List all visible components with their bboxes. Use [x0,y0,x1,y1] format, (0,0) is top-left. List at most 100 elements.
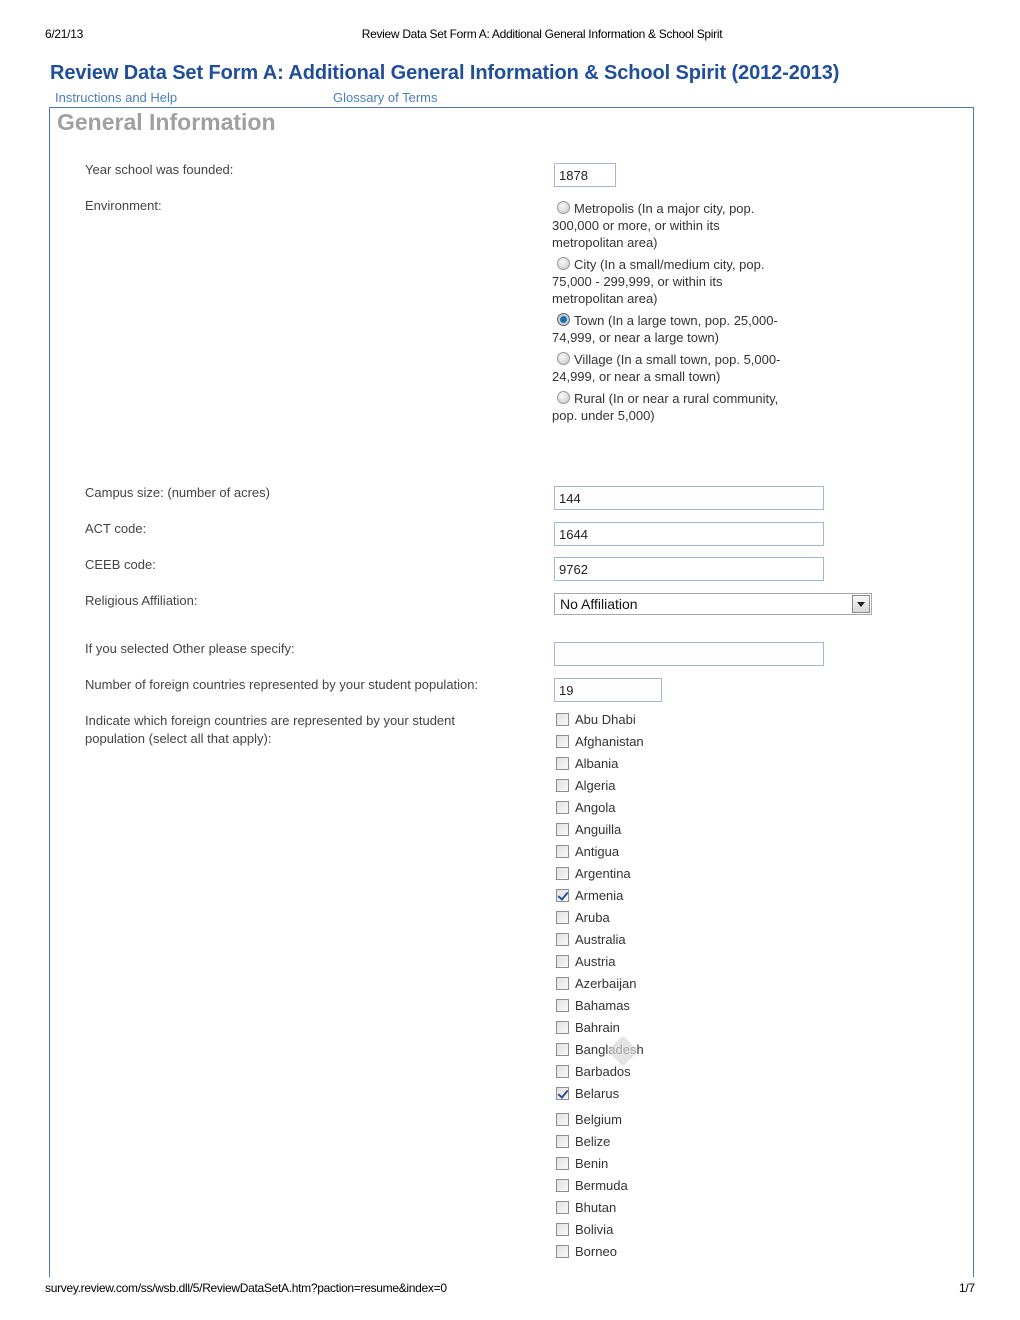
checkbox[interactable] [556,757,569,770]
act-code-label: ACT code: [85,521,147,536]
country-option[interactable]: Austria [556,954,644,976]
country-option[interactable]: Albania [556,756,644,778]
checkbox[interactable] [556,713,569,726]
checkbox[interactable] [556,1135,569,1148]
checkbox[interactable] [556,1223,569,1236]
country-option[interactable]: Azerbaijan [556,976,644,998]
checkbox[interactable] [556,779,569,792]
checkbox[interactable] [556,801,569,814]
country-label: Bolivia [575,1222,614,1237]
country-option[interactable]: Bolivia [556,1222,644,1244]
country-option[interactable]: Bhutan [556,1200,644,1222]
selected-value: No Affiliation [560,596,638,612]
country-option[interactable]: Borneo [556,1244,644,1266]
country-label: Aruba [575,910,610,925]
checkbox[interactable] [556,867,569,880]
country-label: Belgium [575,1112,622,1127]
checkbox[interactable] [556,1021,569,1034]
campus-size-input[interactable] [554,486,824,510]
checkbox[interactable] [556,955,569,968]
country-option[interactable]: Bermuda [556,1178,644,1200]
environment-option-metropolis[interactable]: Metropolis (In a major city, pop. 300,00… [552,200,782,251]
other-specify-label: If you selected Other please specify: [85,641,295,656]
country-label: Abu Dhabi [575,712,636,727]
checkbox[interactable] [556,1245,569,1258]
environment-radio-group: Metropolis (In a major city, pop. 300,00… [552,200,782,429]
environment-option-rural[interactable]: Rural (In or near a rural community, pop… [552,390,782,424]
country-label: Afghanistan [575,734,644,749]
checkbox[interactable] [556,977,569,990]
country-option[interactable]: Aruba [556,910,644,932]
radio-button[interactable] [557,352,570,365]
country-option[interactable]: Afghanistan [556,734,644,756]
option-label: Metropolis (In a major city, pop. 300,00… [552,201,755,250]
num-foreign-countries-input[interactable] [554,678,662,702]
religious-affiliation-select[interactable]: No Affiliation [554,593,872,615]
page-title: Review Data Set Form A: Additional Gener… [50,62,840,84]
country-label: Australia [575,932,626,947]
country-label: Benin [575,1156,609,1171]
country-option[interactable]: Abu Dhabi [556,712,644,734]
general-information-panel: General Information Year school was foun… [49,107,974,1277]
checkbox[interactable] [556,1113,569,1126]
radio-button[interactable] [557,201,570,214]
checkbox-checked[interactable] [556,889,569,902]
radio-button[interactable] [557,391,570,404]
checkbox[interactable] [556,735,569,748]
environment-option-village[interactable]: Village (In a small town, pop. 5,000-24,… [552,351,782,385]
glossary-link[interactable]: Glossary of Terms [333,90,438,105]
option-label: City (In a small/medium city, pop. 75,00… [552,257,765,306]
country-option[interactable]: Benin [556,1156,644,1178]
checkbox[interactable] [556,1201,569,1214]
checkbox[interactable] [556,823,569,836]
country-option[interactable]: Bahrain [556,1020,644,1042]
year-founded-label: Year school was founded: [85,162,234,177]
num-foreign-countries-label: Number of foreign countries represented … [85,677,479,692]
other-specify-input[interactable] [554,642,824,666]
environment-label: Environment: [85,198,162,213]
year-founded-input[interactable] [554,163,616,187]
environment-option-town[interactable]: Town (In a large town, pop. 25,000-74,99… [552,312,782,346]
country-label: Bahamas [575,998,630,1013]
act-code-input[interactable] [554,522,824,546]
country-label: Albania [575,756,619,771]
campus-size-label: Campus size: (number of acres) [85,485,270,500]
ceeb-code-label: CEEB code: [85,557,156,572]
checkbox[interactable] [556,1157,569,1170]
country-option[interactable]: Barbados [556,1064,644,1086]
country-option[interactable]: Belgium [556,1108,644,1134]
country-label: Borneo [575,1244,617,1259]
religious-affiliation-label: Religious Affiliation: [85,593,198,608]
checkbox[interactable] [556,1179,569,1192]
country-label: Argentina [575,866,631,881]
country-option[interactable]: Bahamas [556,998,644,1020]
checkbox[interactable] [556,845,569,858]
country-option[interactable]: Anguilla [556,822,644,844]
instructions-help-link[interactable]: Instructions and Help [55,90,177,105]
country-option[interactable]: Argentina [556,866,644,888]
checkbox[interactable] [556,1043,569,1056]
checkbox[interactable] [556,933,569,946]
checkbox[interactable] [556,999,569,1012]
ceeb-code-input[interactable] [554,557,824,581]
country-option[interactable]: Australia [556,932,644,954]
page-url: survey.review.com/ss/wsb.dll/5/ReviewDat… [45,1281,447,1295]
country-option[interactable]: Belize [556,1134,644,1156]
checkbox[interactable] [556,911,569,924]
country-option[interactable]: Angola [556,800,644,822]
country-option[interactable]: Antigua [556,844,644,866]
country-label: Belize [575,1134,611,1149]
radio-button-selected[interactable] [557,313,570,326]
chevron-down-icon[interactable] [852,595,870,613]
country-option[interactable]: Belarus [556,1086,644,1108]
radio-button[interactable] [557,257,570,270]
country-label: Belarus [575,1086,620,1101]
environment-option-city[interactable]: City (In a small/medium city, pop. 75,00… [552,256,782,307]
country-option[interactable]: Algeria [556,778,644,800]
print-header: 6/21/13 Review Data Set Form A: Addition… [0,27,1020,43]
country-option[interactable]: Armenia [556,888,644,910]
country-label: Bermuda [575,1178,628,1193]
country-label: Barbados [575,1064,631,1079]
checkbox[interactable] [556,1065,569,1078]
checkbox-checked[interactable] [556,1087,569,1100]
